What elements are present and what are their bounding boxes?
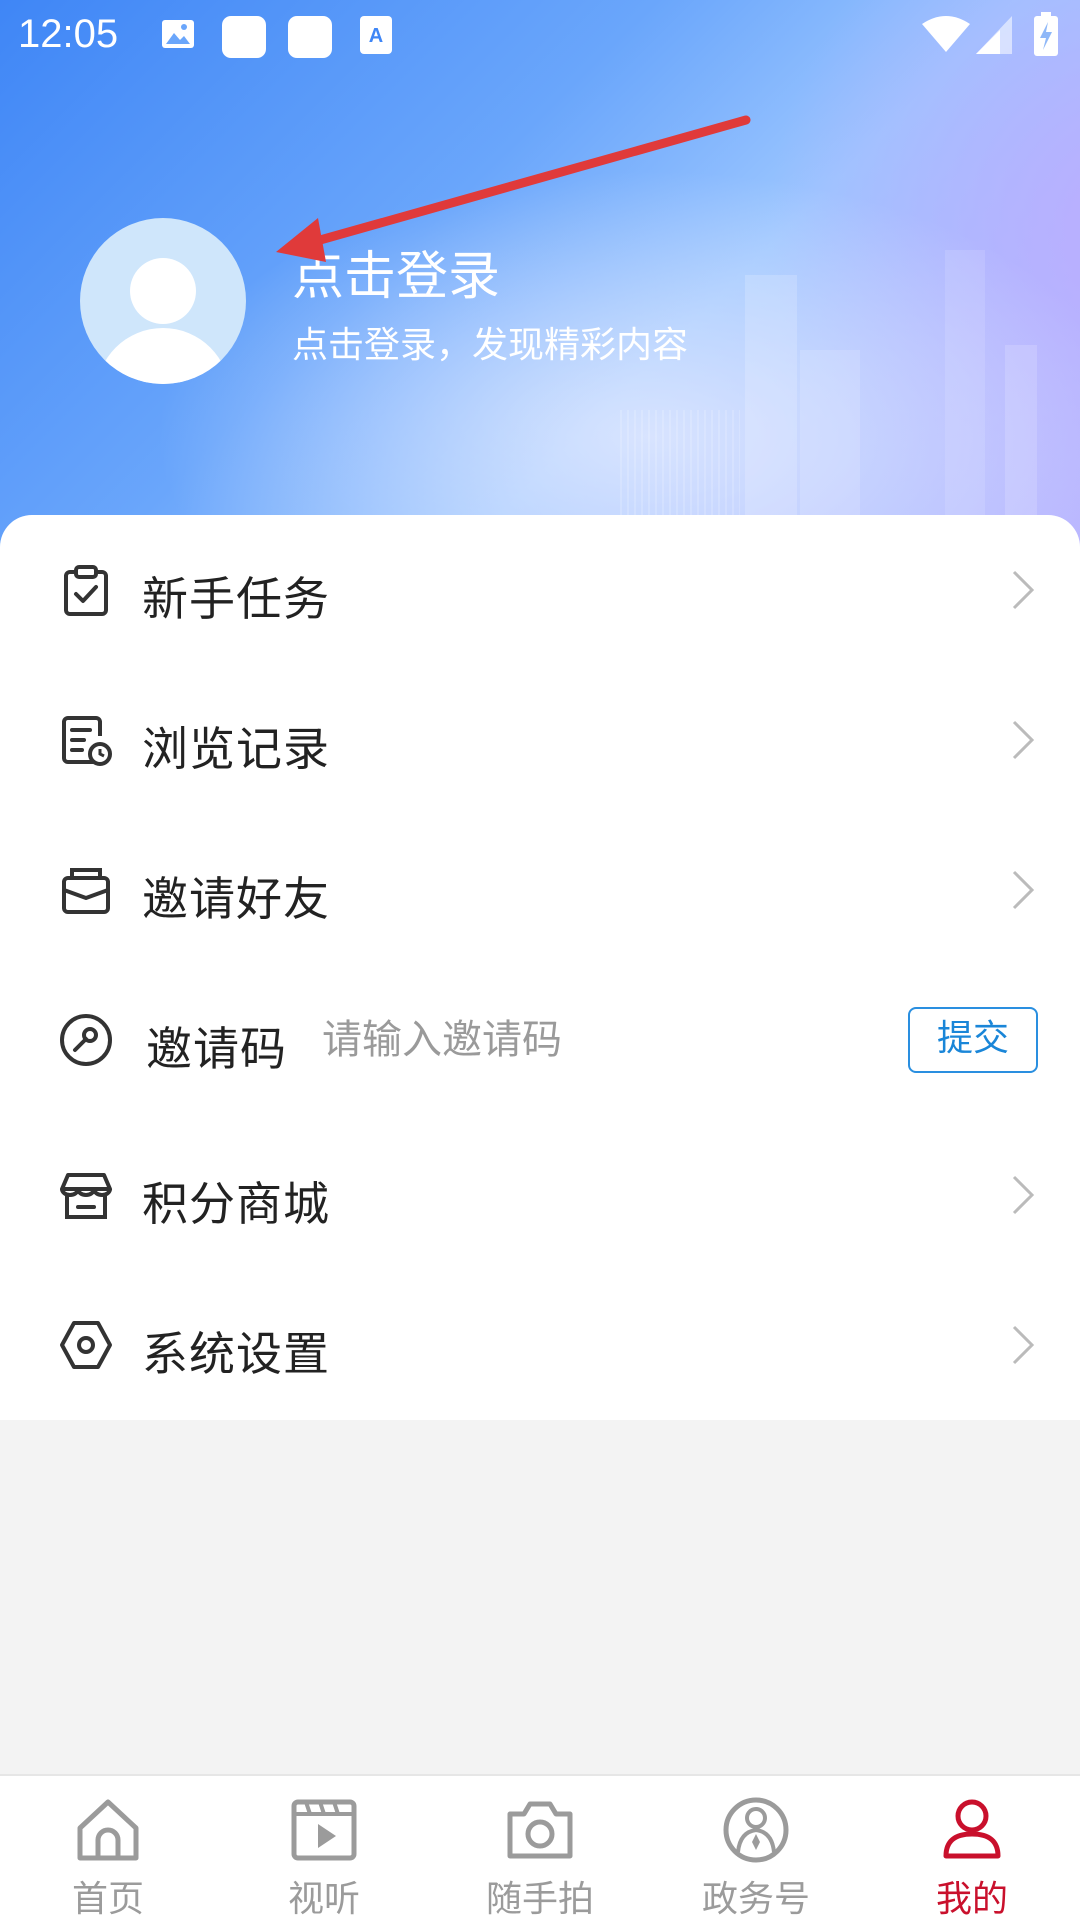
chevron-right-icon <box>1012 1325 1035 1365</box>
home-icon <box>77 1799 139 1861</box>
menu-item-browse-history[interactable]: 浏览记录 <box>0 665 1080 815</box>
nav-home[interactable]: 首页 <box>0 1776 216 1922</box>
annotation-arrow <box>276 115 751 262</box>
menu-item-label: 新手任务 <box>142 572 330 626</box>
chevron-right-icon <box>1012 570 1035 610</box>
nav-mine[interactable]: 我的 <box>864 1776 1080 1922</box>
nav-label: 我的 <box>935 1879 1008 1920</box>
profile-header: 12:05 A 点击登录 点击登录，发现精彩内容 <box>0 0 1080 560</box>
video-play-icon <box>291 1799 357 1861</box>
bottom-nav: 首页 视听 随手拍 政务号 我的 <box>0 1774 1080 1922</box>
key-circle-icon <box>60 1014 112 1066</box>
menu-item-points-mall[interactable]: 积分商城 <box>0 1120 1080 1270</box>
nav-snapshot[interactable]: 随手拍 <box>432 1776 648 1922</box>
store-icon <box>60 1173 112 1219</box>
menu-card: 新手任务 浏览记录 邀请好友 邀请码 请输入邀请码 提交 积分商城 系统设置 <box>0 515 1080 1420</box>
menu-item-invite-friends[interactable]: 邀请好友 <box>0 815 1080 965</box>
envelope-icon <box>62 868 110 914</box>
camera-icon <box>507 1801 573 1859</box>
chevron-right-icon <box>1012 720 1035 760</box>
nav-audio-video[interactable]: 视听 <box>216 1776 432 1922</box>
nav-label: 随手拍 <box>485 1879 594 1920</box>
chevron-right-icon <box>1012 870 1035 910</box>
hexagon-settings-icon <box>60 1321 112 1369</box>
history-document-icon <box>62 716 112 766</box>
menu-item-label: 浏览记录 <box>142 722 330 776</box>
government-person-icon <box>723 1797 789 1863</box>
submit-button[interactable]: 提交 <box>908 1007 1038 1073</box>
nav-label: 政务号 <box>701 1879 810 1920</box>
menu-item-newbie-tasks[interactable]: 新手任务 <box>0 515 1080 665</box>
invite-code-label: 邀请码 <box>146 1022 287 1076</box>
menu-item-label: 系统设置 <box>142 1327 330 1381</box>
menu-item-system-settings[interactable]: 系统设置 <box>0 1270 1080 1420</box>
clipboard-check-icon <box>64 565 108 616</box>
menu-item-invite-code: 邀请码 提交 <box>0 965 1080 1115</box>
nav-label: 首页 <box>71 1879 144 1920</box>
menu-item-label: 积分商城 <box>142 1177 330 1231</box>
nav-label: 视听 <box>287 1879 360 1920</box>
nav-government[interactable]: 政务号 <box>648 1776 864 1922</box>
profile-icon <box>943 1799 1001 1859</box>
chevron-right-icon <box>1012 1175 1035 1215</box>
menu-item-label: 邀请好友 <box>142 872 330 926</box>
invite-code-input[interactable] <box>320 1011 884 1069</box>
